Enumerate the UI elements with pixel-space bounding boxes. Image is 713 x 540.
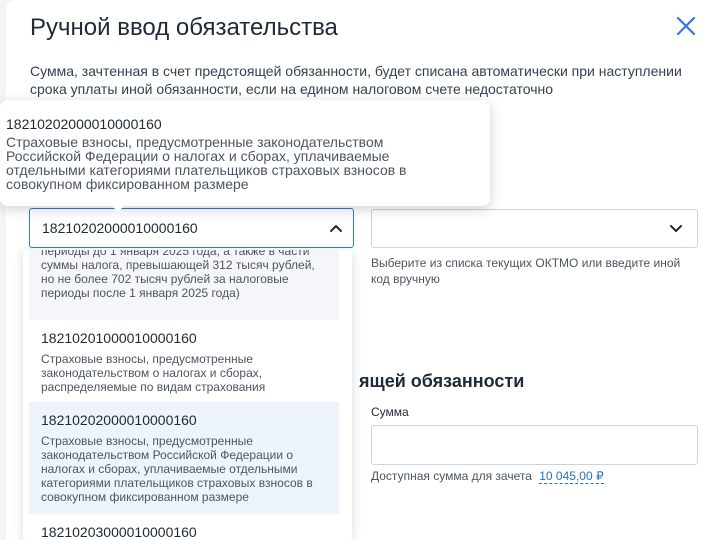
- chevron-up-icon[interactable]: [329, 221, 343, 240]
- close-button[interactable]: [676, 14, 696, 38]
- list-item[interactable]: 18210203000010000160: [29, 514, 339, 540]
- dialog-description: Сумма, зачтенная в счет предстоящей обяз…: [30, 63, 682, 97]
- option-code: 18210203000010000160: [41, 524, 197, 540]
- kbk-tooltip: 18210202000010000160 Страховые взносы, п…: [0, 100, 490, 212]
- kbk-select[interactable]: 18210202000010000160: [29, 208, 354, 248]
- available-sum: Доступная сумма для зачета 10 045,00 ₽: [371, 469, 604, 484]
- option-text: Страховые взносы, предусмотренные законо…: [41, 352, 266, 394]
- section-heading: ящей обязанности: [359, 371, 525, 391]
- sum-input[interactable]: [371, 425, 698, 465]
- list-item-selected[interactable]: 18210202000010000160 Страховые взносы, п…: [29, 402, 339, 514]
- dialog-title: Ручной ввод обязательства: [30, 14, 338, 41]
- list-item[interactable]: периоды до 1 января 2025 года, а также в…: [29, 250, 339, 320]
- kbk-dropdown-list[interactable]: периоды до 1 января 2025 года, а также в…: [23, 250, 352, 540]
- oktmo-select[interactable]: [371, 209, 698, 248]
- tooltip-code: 18210202000010000160: [6, 116, 162, 132]
- tooltip-arrow: [110, 204, 126, 212]
- available-sum-link[interactable]: 10 045,00 ₽: [539, 469, 604, 484]
- option-text: периоды до 1 января 2025 года, а также в…: [41, 250, 315, 300]
- chevron-down-icon[interactable]: [669, 222, 683, 241]
- tooltip-text: Страховые взносы, предусмотренные законо…: [6, 134, 407, 192]
- available-sum-label: Доступная сумма для зачета: [371, 469, 532, 483]
- list-item[interactable]: 18210201000010000160 Страховые взносы, п…: [29, 320, 339, 402]
- close-icon: [676, 16, 696, 36]
- oktmo-hint: Выберите из списка текущих ОКТМО или вве…: [371, 256, 681, 286]
- option-code: 18210201000010000160: [41, 330, 197, 346]
- option-code: 18210202000010000160: [41, 412, 197, 428]
- kbk-select-value: 18210202000010000160: [42, 220, 198, 236]
- sum-label: Сумма: [371, 405, 409, 419]
- option-text: Страховые взносы, предусмотренные законо…: [41, 434, 313, 504]
